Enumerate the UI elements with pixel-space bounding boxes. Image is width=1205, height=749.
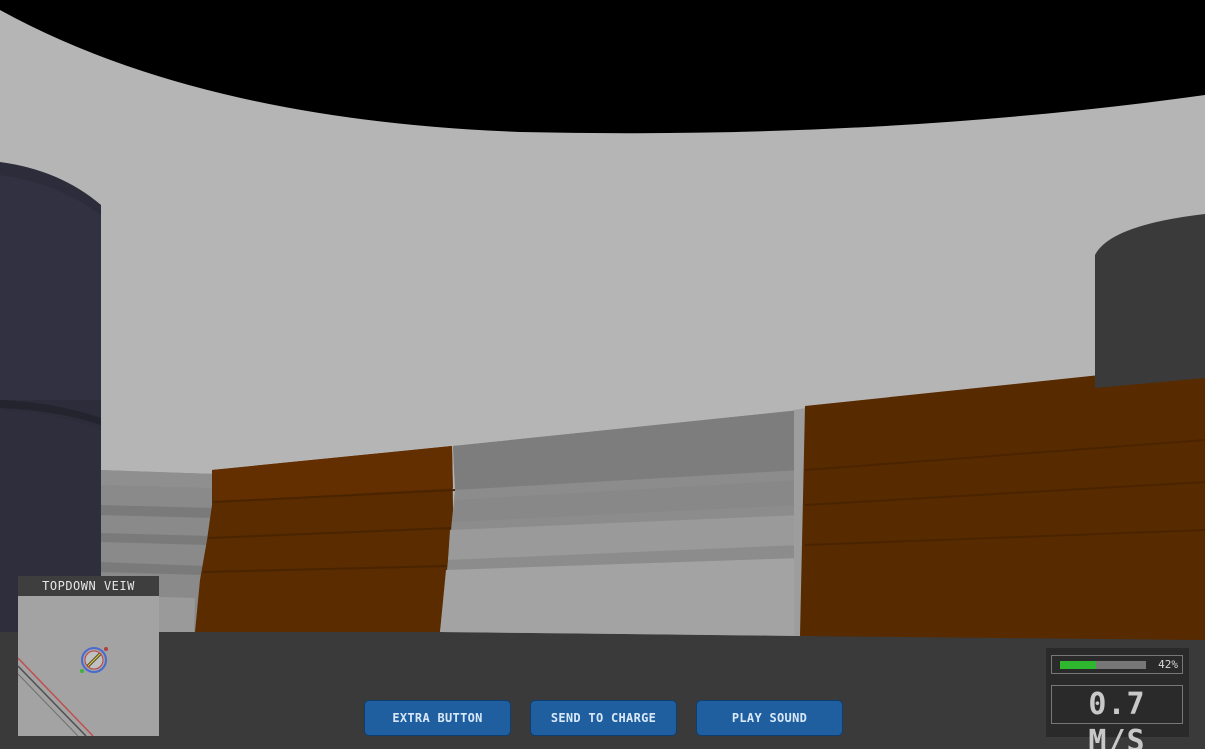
send-to-charge-button[interactable]: SEND TO CHARGE	[530, 700, 677, 736]
battery-bar-fill	[1060, 661, 1097, 669]
game-viewport[interactable]: TOPDOWN VEIW EXTRA BUTTON SEND TO CHARGE…	[0, 0, 1205, 749]
extra-button[interactable]: EXTRA BUTTON	[364, 700, 511, 736]
battery-bar	[1060, 661, 1146, 669]
battery-indicator: 42%	[1051, 655, 1183, 674]
minimap-view	[18, 596, 159, 736]
minimap-title: TOPDOWN VEIW	[18, 576, 159, 596]
battery-percent-label: 42%	[1158, 658, 1178, 671]
robot-marker-icon	[80, 647, 108, 673]
play-sound-button[interactable]: PLAY SOUND	[696, 700, 843, 736]
3d-scene	[0, 0, 1205, 749]
topdown-minimap: TOPDOWN VEIW	[18, 576, 159, 736]
brown-block-right	[800, 364, 1205, 640]
brown-block-left	[195, 446, 456, 632]
cylinder-left	[0, 162, 101, 632]
cylinder-right	[1095, 214, 1205, 388]
grey-block-center	[440, 408, 806, 636]
speed-readout: 0.7 M/S	[1051, 685, 1183, 749]
minimap-drawing	[18, 647, 108, 736]
robot-status-panel: 42% 0.7 M/S	[1046, 648, 1189, 749]
